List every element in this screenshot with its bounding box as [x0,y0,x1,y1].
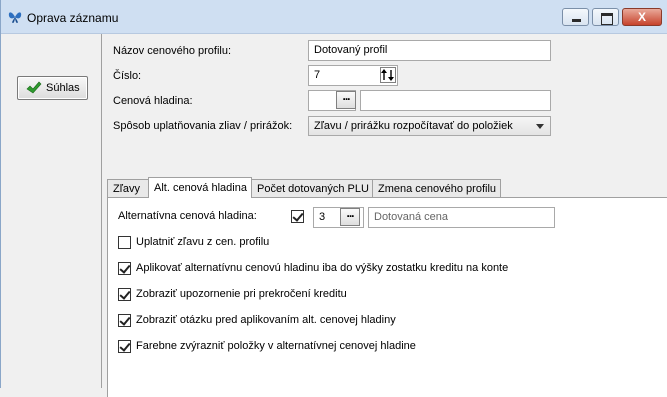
option-checkbox-highlight[interactable] [118,340,131,353]
ok-button[interactable]: Súhlas [17,76,88,100]
alt-level-name: Dotovaná cena [368,207,555,228]
discount-mode-label: Spôsob uplatňovania zliav / prirážok: [113,120,293,132]
checkmark-icon [26,81,42,94]
discount-mode-select[interactable]: Zľavu / prirážku rozpočítavať do položie… [308,116,551,136]
option-label-confirm: Zobraziť otázku pred aplikovaním alt. ce… [136,314,396,326]
tab-profile-change[interactable]: Zmena cenového profilu [372,179,501,198]
chevron-down-icon [536,124,544,129]
alt-level-browse-button[interactable]: ... [340,207,360,226]
option-label-highlight: Farebne zvýrazniť položky v alternatívne… [136,340,416,352]
alt-level-checkbox[interactable] [291,210,304,223]
maximize-button[interactable] [592,8,619,26]
tab-subsidized-plu-count[interactable]: Počet dotovaných PLU [251,179,373,198]
title-bar[interactable]: Oprava záznamu X [1,0,667,34]
price-level-label: Cenová hladina: [113,95,193,107]
spin-arrows-icon [381,69,394,81]
option-checkbox-credit-warning[interactable] [118,288,131,301]
option-label-credit-limit: Aplikovať alternatívnu cenovú hladinu ib… [136,262,509,274]
form-area: Názov cenového profilu: Dotovaný profil … [103,34,667,397]
price-level-browse-button[interactable]: ... [336,90,356,109]
left-panel: Súhlas [1,34,102,388]
tab-alt-price-level[interactable]: Alt. cenová hladina [148,177,252,198]
profile-name-input[interactable]: Dotovaný profil [308,40,551,61]
profile-name-label: Názov cenového profilu: [113,45,232,57]
tab-discounts[interactable]: Zľavy [107,179,149,198]
option-checkbox-apply-discount[interactable] [118,236,131,249]
number-spinner[interactable] [380,67,396,83]
dialog-window: Oprava záznamu X Súhlas Názov cenového p… [0,0,667,397]
minimize-icon [563,9,588,25]
window-title: Oprava záznamu [27,11,119,25]
maximize-icon [593,9,618,25]
number-label: Číslo: [113,70,142,82]
ok-button-label: Súhlas [46,82,80,94]
option-checkbox-confirm[interactable] [118,314,131,327]
option-label-credit-warning: Zobraziť upozornenie pri prekročení kred… [136,288,347,300]
app-butterfly-icon [8,12,22,23]
alt-price-level-pane: Alternatívna cenová hladina: 3 ... Dotov… [107,197,667,397]
alt-level-label: Alternatívna cenová hladina: [118,210,257,222]
price-level-description [360,90,551,111]
discount-mode-selected: Zľavu / prirážku rozpočítavať do položie… [314,120,513,132]
option-checkbox-credit-limit[interactable] [118,262,131,275]
minimize-button[interactable] [562,8,589,26]
close-button[interactable]: X [622,8,662,26]
close-icon: X [637,10,646,24]
option-label-apply-discount: Uplatniť zľavu z cen. profilu [136,236,270,248]
